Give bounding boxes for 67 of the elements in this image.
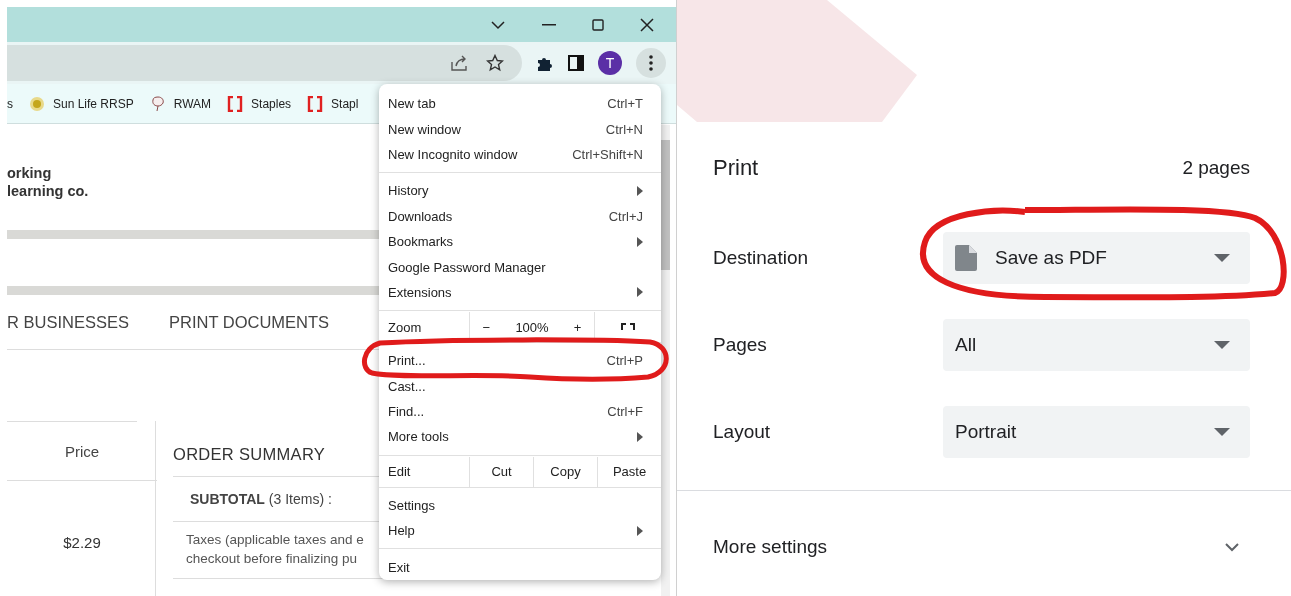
vertical-dots-icon — [649, 55, 653, 71]
shortcut-label: Ctrl+J — [608, 208, 643, 224]
nav-link[interactable]: R BUSINESSES — [7, 313, 129, 332]
balloon-icon — [149, 95, 166, 112]
menu-item[interactable]: Google Password Manager — [379, 254, 661, 280]
side-panel-icon[interactable] — [568, 55, 584, 71]
setting-label: Layout — [713, 421, 772, 443]
menu-action[interactable]: Copy — [533, 456, 597, 487]
bookmark[interactable]: Sun Life RRSP — [29, 95, 134, 112]
minimize-icon[interactable] — [542, 23, 556, 26]
menu-item[interactable]: Settings — [379, 492, 661, 519]
dialog-title: Print — [713, 155, 759, 181]
shortcut-label: Ctrl+N — [605, 121, 643, 137]
menu-item[interactable]: History — [388, 183, 429, 199]
dropdown[interactable]: All — [943, 319, 1250, 371]
star-icon[interactable] — [486, 54, 504, 72]
menu-item[interactable]: Cast... — [379, 373, 661, 399]
dropdown[interactable]: Portrait — [943, 406, 1250, 458]
sun-icon — [29, 95, 45, 112]
menu-item[interactable]: Find... — [388, 404, 425, 420]
dropdown-arrow-icon — [1214, 341, 1230, 349]
chevron-down-icon[interactable] — [490, 19, 506, 30]
zoom-out-button[interactable]: − — [482, 319, 491, 335]
maximize-icon[interactable] — [592, 18, 604, 31]
scrollbar-thumb[interactable] — [661, 140, 670, 270]
bookmark[interactable]: Stapl — [307, 95, 359, 112]
bracket-icon — [307, 95, 324, 112]
more-settings-toggle[interactable]: More settings — [713, 536, 1250, 558]
menu-item[interactable]: New tab — [388, 96, 436, 112]
shortcut-label: Ctrl+Shift+N — [572, 146, 643, 162]
page-count: 2 pages — [1182, 157, 1250, 179]
share-icon[interactable] — [450, 54, 468, 72]
subtotal-label: SUBTOTAL (3 Items) : — [190, 491, 332, 507]
document-icon — [955, 245, 977, 271]
more-options-button[interactable] — [636, 48, 666, 78]
menu-label: Zoom — [387, 318, 423, 337]
nav-link[interactable]: PRINT DOCUMENTS — [168, 313, 330, 332]
column-header: Price — [7, 422, 157, 481]
bookmark[interactable]: Staples — [227, 95, 292, 112]
menu-item[interactable]: New window — [388, 121, 461, 137]
shortcut-label: Ctrl+F — [607, 404, 643, 420]
menu-item[interactable]: Print... — [388, 353, 426, 369]
menu-item[interactable]: Help — [388, 523, 415, 539]
zoom-level: 100% — [515, 319, 549, 335]
price-cell-text: $2.29 — [62, 534, 102, 551]
bookmark[interactable]: s — [7, 96, 13, 111]
setting-label: Destination — [713, 247, 810, 269]
menu-item[interactable]: Bookmarks — [388, 234, 454, 250]
dropdown[interactable]: Save as PDF — [943, 232, 1250, 284]
menu-item[interactable]: More tools — [388, 429, 449, 445]
menu-action[interactable]: Paste — [597, 456, 661, 487]
logo-text: orking learning co. — [7, 164, 89, 200]
menu-action[interactable]: Cut — [469, 456, 533, 487]
shortcut-label: Ctrl+P — [606, 353, 643, 369]
menu-item[interactable]: Downloads — [388, 208, 453, 224]
dropdown-arrow-icon — [1214, 428, 1230, 436]
bookmark[interactable]: RWAM — [149, 95, 212, 112]
menu-item[interactable]: Extensions — [388, 284, 452, 300]
avatar[interactable]: T — [598, 51, 622, 75]
bracket-icon — [227, 95, 244, 112]
dropdown-arrow-icon — [1214, 254, 1230, 262]
menu-item[interactable]: New Incognito window — [388, 146, 518, 162]
setting-label: Pages — [713, 334, 768, 356]
zoom-in-button[interactable]: + — [573, 319, 582, 335]
close-icon[interactable] — [640, 17, 654, 32]
fullscreen-icon[interactable] — [621, 323, 635, 332]
shortcut-label: Ctrl+T — [607, 96, 643, 112]
